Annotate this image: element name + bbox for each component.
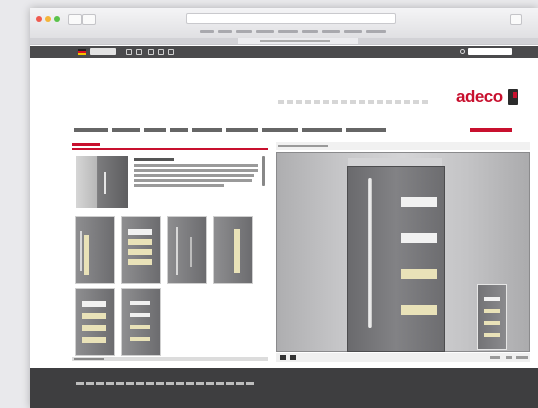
site-footer — [30, 368, 538, 408]
bookmark-item[interactable] — [200, 30, 214, 33]
main-menu-item[interactable] — [74, 128, 108, 132]
tool-label[interactable] — [506, 356, 512, 359]
social-icon[interactable] — [158, 49, 164, 55]
social-icon[interactable] — [168, 49, 174, 55]
main-menu-item[interactable] — [302, 128, 342, 132]
site-top-bar — [30, 46, 538, 58]
bookmark-item[interactable] — [256, 30, 274, 33]
tagline — [278, 100, 428, 104]
forward-button[interactable] — [82, 14, 96, 25]
view-button[interactable] — [280, 355, 286, 360]
social-icon[interactable] — [126, 49, 132, 55]
model-thumbnail[interactable] — [121, 288, 161, 356]
model-description — [134, 169, 258, 172]
model-thumbnail[interactable] — [75, 216, 115, 284]
share-button[interactable] — [510, 14, 522, 25]
preview-title — [278, 145, 328, 147]
german-flag-icon[interactable] — [78, 49, 86, 55]
main-menu-item[interactable] — [226, 128, 258, 132]
active-tab[interactable] — [238, 38, 358, 44]
tool-label[interactable] — [490, 356, 500, 359]
language-select[interactable] — [90, 48, 116, 55]
site-logo[interactable]: adeco — [456, 86, 518, 108]
back-button[interactable] — [68, 14, 82, 25]
preview-toolbar — [276, 353, 530, 362]
model-description — [134, 174, 254, 177]
door-frame-top — [348, 158, 442, 166]
bookmark-item[interactable] — [366, 30, 386, 33]
main-menu-item[interactable] — [346, 128, 386, 132]
model-thumbnail[interactable] — [213, 216, 253, 284]
section-heading — [72, 143, 100, 146]
model-thumbnail[interactable] — [121, 216, 161, 284]
bookmark-item[interactable] — [344, 30, 362, 33]
search-input[interactable] — [468, 48, 512, 55]
main-menu-item[interactable] — [262, 128, 298, 132]
preview-mini-thumbnail[interactable] — [477, 284, 507, 350]
tab-title — [260, 40, 330, 42]
bookmark-item[interactable] — [322, 30, 340, 33]
main-menu-item[interactable] — [144, 128, 166, 132]
tool-label[interactable] — [516, 356, 528, 359]
minimize-window-icon[interactable] — [45, 16, 51, 22]
model-thumbnail[interactable] — [75, 288, 115, 356]
main-menu-item[interactable] — [170, 128, 188, 132]
social-icon[interactable] — [148, 49, 154, 55]
close-window-icon[interactable] — [36, 16, 42, 22]
door-preview[interactable] — [347, 166, 445, 352]
model-thumbnail[interactable] — [167, 216, 207, 284]
bookmark-item[interactable] — [302, 30, 318, 33]
search-icon[interactable] — [460, 49, 465, 54]
model-description — [134, 164, 258, 167]
social-icon[interactable] — [136, 49, 142, 55]
bookmark-item[interactable] — [236, 30, 252, 33]
list-footer — [72, 357, 268, 361]
section-divider — [72, 148, 268, 150]
bookmark-item[interactable] — [278, 30, 298, 33]
preview-title-bar — [276, 142, 530, 150]
footer-links[interactable] — [76, 382, 256, 385]
model-description — [134, 179, 252, 182]
main-menu-item[interactable] — [192, 128, 222, 132]
selected-model-image[interactable] — [76, 156, 128, 208]
logo-text: adeco — [456, 87, 503, 106]
main-menu-item[interactable] — [112, 128, 140, 132]
view-button[interactable] — [290, 355, 296, 360]
bookmark-item[interactable] — [218, 30, 232, 33]
address-bar[interactable] — [186, 13, 396, 24]
cart-link[interactable] — [470, 128, 512, 132]
door-handle-bar — [368, 178, 372, 328]
model-description — [134, 184, 224, 187]
browser-window: adeco — [30, 8, 538, 408]
adeco-door-logo-icon — [507, 89, 518, 105]
model-title — [134, 158, 174, 161]
description-scrollbar[interactable] — [262, 156, 265, 186]
maximize-window-icon[interactable] — [54, 16, 60, 22]
